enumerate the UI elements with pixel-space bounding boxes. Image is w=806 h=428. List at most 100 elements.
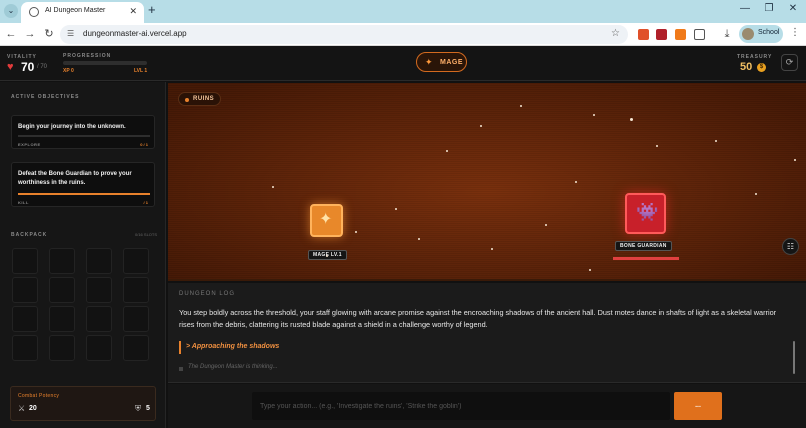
extension-gmail-icon[interactable] <box>638 29 649 40</box>
toggle-panel-button[interactable]: ☷ <box>782 238 799 255</box>
backpack-slot[interactable] <box>12 248 38 274</box>
gold-value: 50 <box>740 61 753 73</box>
combat-potency-title: Combat Potency <box>18 393 60 399</box>
particle <box>272 186 274 188</box>
class-label: MAGE <box>440 59 463 66</box>
backpack-slot[interactable] <box>49 306 75 332</box>
coin-icon: $ <box>757 63 766 72</box>
backpack-slot[interactable] <box>12 277 38 303</box>
browser-tab-bar: ⌄ AI Dungeon Master ✕ + — ❐ ✕ <box>0 0 806 23</box>
log-scrollbar[interactable] <box>793 341 795 374</box>
tab-favicon-icon <box>29 7 39 17</box>
objective-type: EXPLORE <box>18 142 41 147</box>
particle <box>755 193 757 195</box>
address-bar[interactable]: ☰ dungeonmaster-ai.vercel.app ☆ <box>60 25 628 44</box>
location-badge: RUINS <box>178 92 221 106</box>
enemy-avatar[interactable]: 👾 <box>625 193 666 234</box>
dungeon-log: DUNGEON LOG You step boldly across the t… <box>168 283 806 383</box>
particle <box>355 231 357 233</box>
progression-label: PROGRESSION <box>63 53 112 59</box>
battle-scene: RUINS ✦ MAGE LV.1 👾 BONE GUARDIAN ☷ <box>168 83 806 281</box>
particle <box>630 118 633 121</box>
download-icon[interactable]: ⤓ <box>720 27 734 41</box>
class-badge[interactable]: ✦ MAGE <box>416 52 467 72</box>
particle <box>575 181 577 183</box>
attack-value: 20 <box>29 405 37 412</box>
particle <box>545 224 547 226</box>
extension-orange-icon[interactable] <box>675 29 686 40</box>
treasury-label: TREASURY <box>737 54 773 60</box>
minimize-button[interactable]: — <box>737 3 753 14</box>
game-header: VITALITY ♥ 70 / 70 PROGRESSION XP 0 LVL … <box>0 46 806 81</box>
url-text[interactable]: dungeonmaster-ai.vercel.app <box>83 29 187 38</box>
backpack-slot[interactable] <box>86 306 112 332</box>
reload-icon[interactable]: ↻ <box>42 27 56 41</box>
backpack-slot[interactable] <box>123 277 149 303</box>
restore-button[interactable]: ❐ <box>761 3 777 14</box>
action-input-area: ... <box>168 384 806 428</box>
send-button[interactable]: ... <box>674 392 722 420</box>
thinking-indicator <box>179 367 183 371</box>
objective-card: Begin your journey into the unknown. EXP… <box>11 115 155 149</box>
objective-text: Begin your journey into the unknown. <box>18 124 126 130</box>
backpack-slot[interactable] <box>49 277 75 303</box>
tab-title: AI Dungeon Master <box>45 7 106 14</box>
hp-value: 70 <box>21 60 35 74</box>
particle <box>395 208 397 210</box>
sparkle-icon: ✦ <box>425 57 433 67</box>
objective-progress-fill <box>18 193 150 195</box>
site-info-icon[interactable]: ☰ <box>67 29 74 38</box>
browser-menu-icon[interactable]: ⋮ <box>790 27 800 38</box>
tab-search-icon[interactable]: ⌄ <box>4 4 18 18</box>
particle <box>491 248 493 250</box>
log-narration: You step boldly across the threshold, yo… <box>179 308 777 329</box>
objective-text: Defeat the Bone Guardian to prove your w… <box>18 171 132 186</box>
level-value: LVL 1 <box>134 68 148 74</box>
profile-label: School <box>758 29 780 36</box>
particle <box>589 269 591 271</box>
thinking-text: The Dungeon Master is thinking... <box>188 364 278 370</box>
backpack-count: 0/16 SLOTS <box>135 232 158 237</box>
backpack-slot[interactable] <box>123 248 149 274</box>
backpack-slot[interactable] <box>12 306 38 332</box>
profile-button[interactable]: School <box>739 25 783 43</box>
enemy-health-bar <box>613 257 679 260</box>
backpack-slot[interactable] <box>123 335 149 361</box>
forward-icon[interactable]: → <box>23 27 37 41</box>
particle <box>715 140 717 142</box>
action-input[interactable] <box>252 392 670 420</box>
player-avatar[interactable]: ✦ <box>310 204 343 237</box>
backpack-slot[interactable] <box>86 248 112 274</box>
new-tab-button[interactable]: + <box>148 3 156 17</box>
xp-value: XP 0 <box>63 68 74 74</box>
particle <box>326 255 328 257</box>
sword-icon: ⚔ <box>18 404 26 413</box>
defense-value: 5 <box>146 405 150 412</box>
space-invader-icon: 👾 <box>636 202 659 222</box>
refresh-button[interactable]: ⟳ <box>781 54 798 71</box>
browser-toolbar: ← → ↻ ☰ dungeonmaster-ai.vercel.app ☆ ⤓ … <box>0 23 806 46</box>
close-window-button[interactable]: ✕ <box>785 3 801 14</box>
scene-glow <box>168 83 806 279</box>
objectives-title: ACTIVE OBJECTIVES <box>11 94 80 100</box>
location-dot <box>185 98 189 102</box>
back-icon[interactable]: ← <box>4 27 18 41</box>
objective-progress-bar <box>18 193 150 195</box>
hp-max: / 70 <box>37 64 48 70</box>
particle <box>656 145 658 147</box>
backpack-slot[interactable] <box>12 335 38 361</box>
backpack-slot[interactable] <box>86 277 112 303</box>
profile-avatar <box>742 28 754 40</box>
backpack-slot[interactable] <box>86 335 112 361</box>
bookmark-star-icon[interactable]: ☆ <box>611 28 620 39</box>
extension-red-icon[interactable] <box>656 29 667 40</box>
backpack-slot[interactable] <box>49 248 75 274</box>
particle <box>593 114 595 116</box>
backpack-slot[interactable] <box>123 306 149 332</box>
browser-tab[interactable]: AI Dungeon Master ✕ <box>21 2 144 23</box>
objective-type: KILL <box>18 200 29 205</box>
backpack-slot[interactable] <box>49 335 75 361</box>
particle <box>446 150 448 152</box>
extensions-puzzle-icon[interactable] <box>694 29 705 40</box>
tab-close-icon[interactable]: ✕ <box>129 6 137 17</box>
